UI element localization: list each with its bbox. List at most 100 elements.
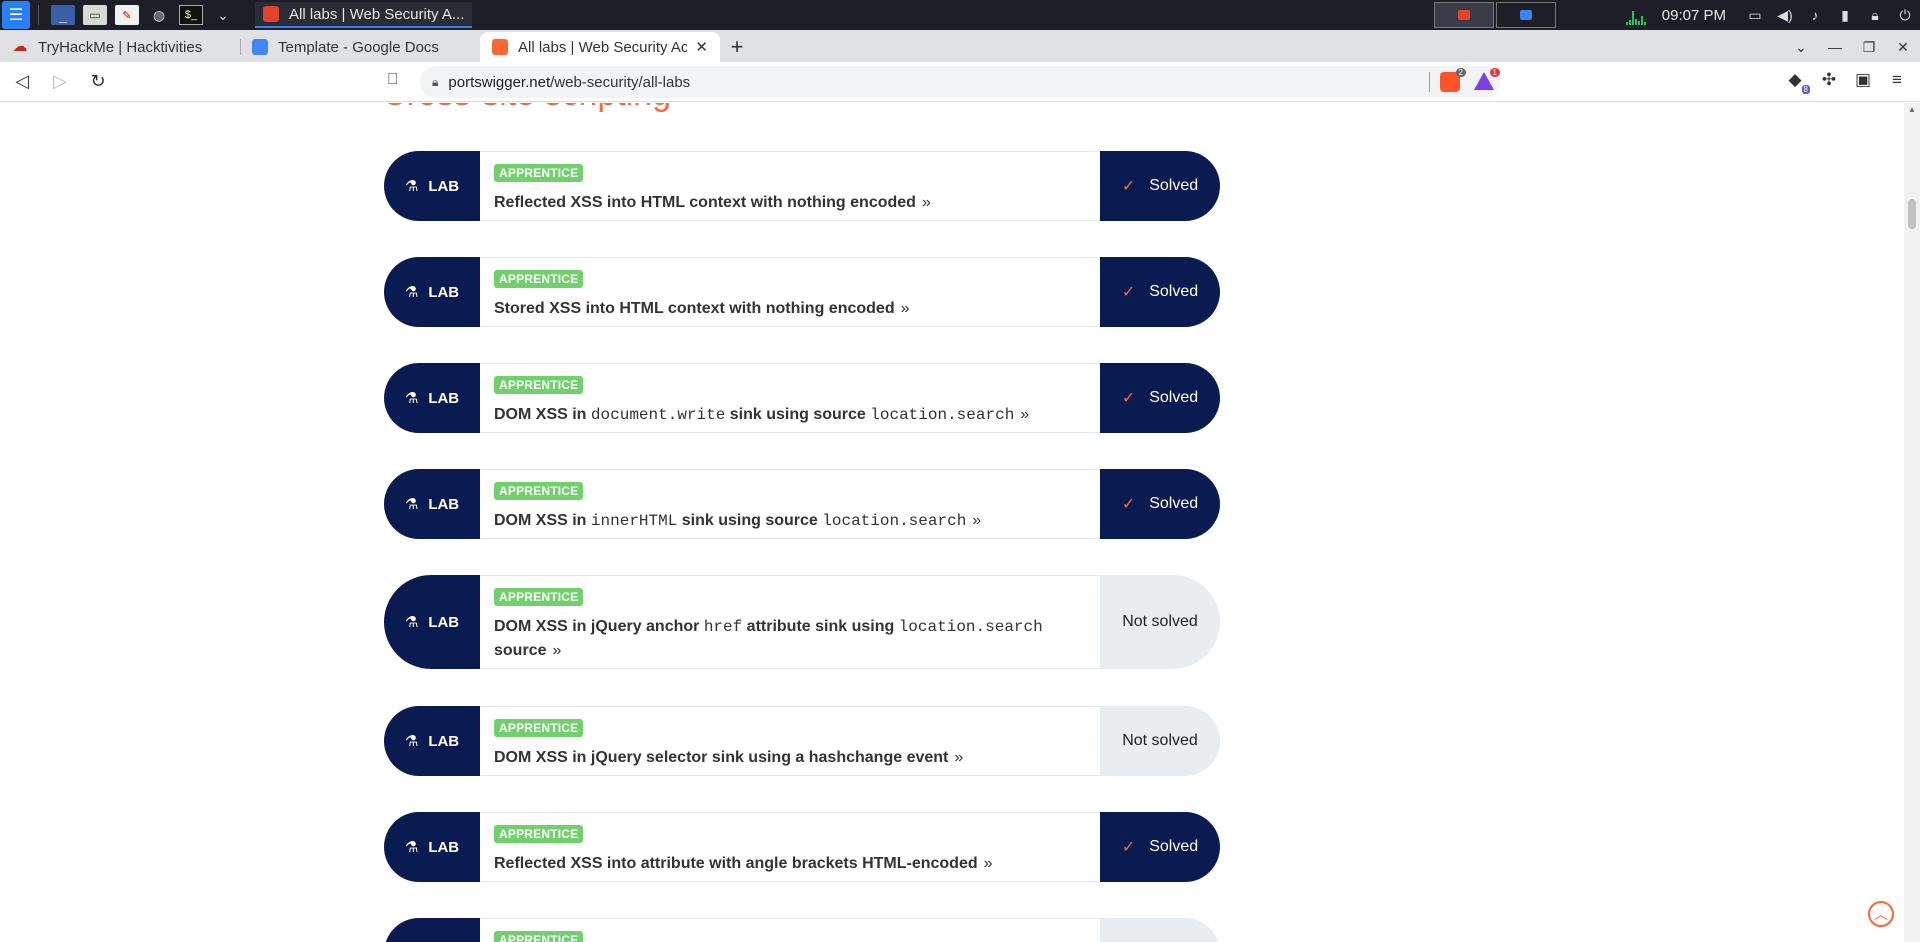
terminal-icon[interactable]: $_ [179, 5, 203, 25]
network-graph-icon [1625, 5, 1652, 25]
double-chevron-right-icon: » [983, 855, 993, 872]
lab-title-link[interactable]: DOM XSS in jQuery anchor href attribute … [494, 615, 1086, 663]
lab-status-label: Solved [1149, 389, 1199, 406]
lab-status: ✓ Solved [1100, 812, 1220, 882]
lab-status-label: Solved [1149, 177, 1199, 194]
lab-title-text: DOM XSS in [494, 406, 591, 423]
address-bar[interactable]: 🔒︎ portswigger.net/web-security/all-labs… [420, 66, 1500, 98]
lab-body: APPRENTICE Reflected XSS into attribute w… [480, 812, 1100, 882]
checkmark-icon: ✓ [1121, 496, 1136, 513]
back-to-top-button[interactable]: ︿ [1868, 901, 1894, 927]
scrollbar-thumb[interactable] [1908, 199, 1916, 229]
scroll-up-icon[interactable]: ▲ [1908, 105, 1916, 114]
lab-title-text: Reflected XSS into attribute with angle … [494, 855, 978, 872]
new-tab-button[interactable]: + [720, 32, 754, 62]
flask-icon: ⚗ [404, 284, 419, 301]
tab-search-chevron-icon[interactable]: ⌄ [1784, 39, 1818, 56]
double-chevron-right-icon: » [921, 194, 931, 211]
level-badge: APPRENTICE [494, 825, 584, 843]
flask-icon: ⚗ [404, 733, 419, 750]
lab-tag: ⚗ LAB [384, 257, 480, 327]
lab-title-link[interactable]: Stored XSS into HTML context with nothin… [494, 297, 1086, 321]
lock-icon[interactable]: 🔒︎ [432, 75, 438, 90]
brave-icon [1457, 10, 1470, 20]
browser-tab-strip: ☁ TryHackMe | Hacktivities Template - Go… [0, 30, 1920, 62]
lab-row[interactable]: ⚗ LAB APPRENTICE DOM XSS in document.write … [384, 363, 1220, 433]
extensions-puzzle-icon[interactable]: ✣ [1812, 70, 1846, 90]
double-chevron-right-icon: » [900, 300, 910, 317]
lab-row[interactable]: ⚗ LAB APPRENTICE Reflected XSS into HTML co… [384, 151, 1220, 221]
lab-title-code: location.search [822, 512, 967, 530]
lab-title-link[interactable]: DOM XSS in document.write sink using sou… [494, 403, 1086, 427]
lab-title-link[interactable]: DOM XSS in jQuery selector sink using a … [494, 746, 1086, 770]
lab-title-link[interactable]: Reflected XSS into attribute with angle … [494, 852, 1086, 876]
notifications-bell-icon[interactable]: ♪ [1805, 7, 1825, 23]
brave-icon [263, 6, 279, 22]
lab-title-link[interactable]: DOM XSS in innerHTML sink using source l… [494, 509, 1086, 533]
minimize-button[interactable]: — [1818, 39, 1852, 55]
level-badge: APPRENTICE [494, 588, 584, 606]
brave-rewards-icon[interactable]: 1 [1474, 68, 1500, 90]
web-browser-icon[interactable]: ◍ [147, 5, 171, 25]
lab-title-text: attribute sink using [742, 618, 899, 635]
browser-toolbar: ◁ ▷ ↻ ⎕ 🔒︎ portswigger.net/web-security/… [0, 62, 1920, 102]
lab-body: APPRENTICE DOM XSS in innerHTML sink usin… [480, 469, 1100, 539]
lab-row[interactable]: ⚗ LAB APPRENTICE Reflected XSS into attribu… [384, 812, 1220, 882]
wallet-icon[interactable]: ▣ [1846, 70, 1880, 90]
clock[interactable]: 09:07 PM [1662, 7, 1726, 24]
display-icon[interactable]: ▭ [1745, 7, 1765, 24]
show-desktop-icon[interactable]: _ [51, 5, 75, 25]
lab-row[interactable]: ⚗ LAB APPRENTICE Stored XSS into HTML conte… [384, 257, 1220, 327]
lab-status-label: Solved [1149, 838, 1199, 855]
lab-tag: ⚗ LAB [384, 363, 480, 433]
close-icon[interactable]: ✕ [695, 38, 708, 56]
maximize-button[interactable]: ❐ [1852, 39, 1886, 56]
menu-icon[interactable]: ≡ [1880, 70, 1914, 90]
kali-menu-icon[interactable]: ☰ [2, 1, 30, 29]
power-icon[interactable]: ⏻ [1895, 7, 1915, 24]
level-badge: APPRENTICE [494, 270, 584, 288]
taskbar-window-title: All labs | Web Security A... [289, 5, 465, 23]
volume-icon[interactable]: ◀) [1775, 7, 1795, 24]
page-scrollbar[interactable]: ▲ [1904, 103, 1920, 942]
lab-tag-label: LAB [428, 732, 460, 750]
battery-icon[interactable]: ▮ [1835, 7, 1855, 24]
lab-tag: ⚗ LAB [384, 469, 480, 539]
extension-wallet-icon[interactable]: ◆ 8 [1778, 70, 1812, 94]
lab-tag: ⚗ LAB [384, 575, 480, 669]
chevron-down-icon[interactable]: ⌄ [211, 5, 235, 25]
back-button[interactable]: ◁ [6, 71, 38, 92]
lab-tag: ⚗ LAB [384, 812, 480, 882]
tab-tryhackme[interactable]: ☁ TryHackMe | Hacktivities [0, 32, 240, 62]
taskbar-window-brave[interactable]: All labs | Web Security A... [255, 2, 473, 28]
workspace-1[interactable] [1433, 2, 1494, 28]
lock-icon[interactable]: 🔒︎ [1865, 7, 1885, 24]
checkmark-icon: ✓ [1121, 284, 1136, 301]
lab-status: Not solved [1100, 706, 1220, 776]
lab-title-text: DOM XSS in [494, 512, 591, 529]
tab-label: All labs | Web Security Acad [518, 38, 688, 56]
reload-button[interactable]: ↻ [82, 71, 114, 92]
bookmark-icon[interactable]: ⎕ [388, 71, 398, 89]
lab-row[interactable]: ⚗ LAB APPRENTICE DOM XSS in jQuery selector… [384, 706, 1220, 776]
lab-body: APPRENTICE DOM XSS in document.write sink… [480, 363, 1100, 433]
lab-tag-label: LAB [428, 389, 460, 407]
close-window-button[interactable]: ✕ [1886, 39, 1920, 56]
lab-tag-label: LAB [428, 495, 460, 513]
lab-tag-label: LAB [428, 838, 460, 856]
workspace-2[interactable] [1495, 2, 1556, 28]
forward-button[interactable]: ▷ [44, 71, 76, 92]
tab-all-labs[interactable]: All labs | Web Security Acad ✕ [480, 32, 720, 62]
text-editor-icon[interactable]: ✎ [115, 5, 139, 25]
lab-title-code: location.search [898, 618, 1043, 636]
brave-shields-icon[interactable]: 2 [1440, 68, 1466, 92]
lab-title-code: location.search [870, 406, 1015, 424]
lab-title-text: Reflected XSS into HTML context with not… [494, 194, 916, 211]
lab-row[interactable]: ⚗ LAB APPRENTICE DOM XSS in jQuery anchor h… [384, 575, 1220, 669]
lab-title-link[interactable]: Reflected XSS into HTML context with not… [494, 191, 1086, 215]
file-manager-icon[interactable]: ▭ [83, 5, 107, 25]
tab-google-docs[interactable]: Template - Google Docs [240, 32, 480, 62]
checkmark-icon: ✓ [1121, 839, 1136, 856]
lab-row[interactable]: ⚗ LAB APPRENTICE DOM XSS in innerHTML sink … [384, 469, 1220, 539]
lab-row[interactable]: ⚗LAB APPRENTICE [384, 918, 1220, 942]
